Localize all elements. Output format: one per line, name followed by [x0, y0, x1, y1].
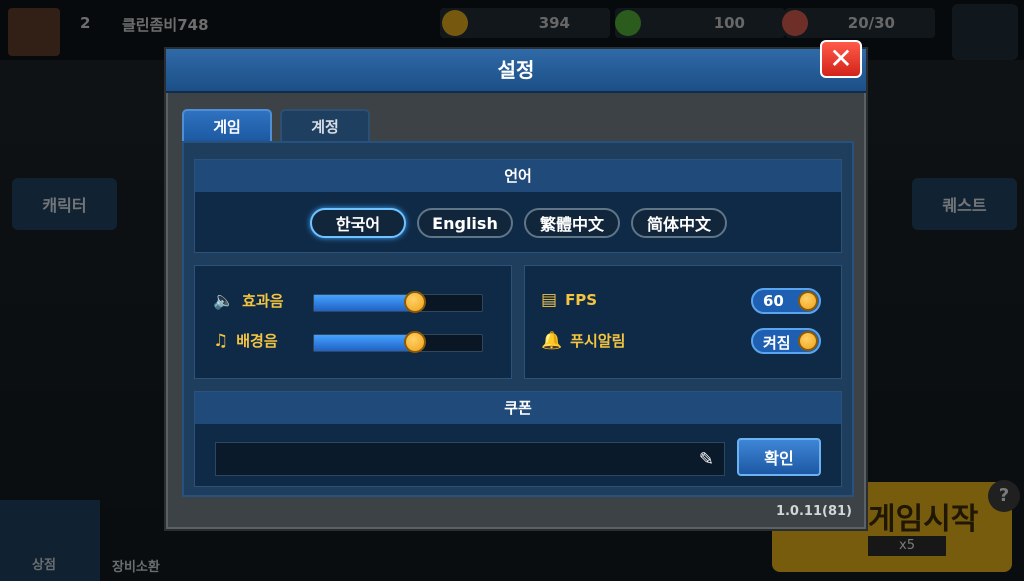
version-label: 1.0.11(81)	[775, 504, 852, 519]
sfx-slider-fill	[314, 295, 415, 311]
push-toggle-knob	[798, 331, 818, 351]
dialog-title: 설정	[497, 58, 535, 82]
bgm-label: 배경음	[236, 332, 278, 350]
tab-game-label: 게임	[213, 117, 241, 136]
settings-dialog: 설정 게임 계정 언어 한국어 English 繁體中文 简体中文 🔈 효과음 …	[164, 47, 868, 531]
language-traditional-chinese-label: 繁體中文	[539, 215, 604, 234]
pencil-icon: ✎	[698, 449, 714, 470]
tab-game[interactable]: 게임	[182, 109, 272, 141]
game-start-label: 게임시작	[868, 502, 979, 537]
coupon-confirm-button[interactable]: 확인	[737, 438, 821, 476]
tab-account-label: 계정	[311, 117, 339, 136]
tab-account[interactable]: 계정	[280, 109, 370, 141]
sfx-label: 효과음	[242, 292, 284, 310]
audio-panel: 🔈 효과음 ♫ 배경음	[194, 265, 512, 379]
player-name: 클린좀비748	[122, 16, 209, 34]
shop-label: 상점	[32, 558, 56, 573]
push-label: 푸시알림	[570, 332, 626, 350]
gem-value: 100	[713, 14, 745, 32]
language-korean-button[interactable]: 한국어	[310, 208, 406, 238]
push-value: 켜짐	[763, 334, 791, 352]
equip-summon-label: 장비소환	[112, 560, 160, 575]
game-start-count: x5	[868, 536, 946, 556]
quest-button: 퀘스트	[912, 178, 1017, 230]
language-simplified-chinese-button[interactable]: 简体中文	[631, 208, 727, 238]
gold-value: 394	[538, 14, 570, 32]
bgm-row-label: ♫ 배경음	[213, 330, 278, 351]
close-x-icon: ✕	[829, 42, 853, 75]
bgm-slider[interactable]	[313, 331, 483, 353]
character-button: 캐릭터	[12, 178, 117, 230]
coupon-heading: 쿠폰	[195, 392, 841, 424]
menu-grid-button	[952, 4, 1018, 60]
dialog-header: 설정	[166, 49, 866, 93]
energy-icon	[782, 10, 808, 36]
push-toggle[interactable]: 켜짐	[751, 328, 821, 354]
settings-content: 언어 한국어 English 繁體中文 简体中文 🔈 효과음 ♫ 배경음 ▤ F…	[182, 141, 854, 497]
bgm-slider-knob[interactable]	[403, 331, 426, 353]
gold-coin-icon	[442, 10, 468, 36]
coupon-panel: 쿠폰 ✎ 확인	[194, 391, 842, 487]
options-panel: ▤ FPS 60 🔔 푸시알림 켜짐	[524, 265, 842, 379]
music-note-icon: ♫	[213, 330, 229, 351]
language-english-button[interactable]: English	[417, 208, 513, 238]
gem-icon	[615, 10, 641, 36]
fps-icon: ▤	[541, 290, 558, 310]
energy-value: 20/30	[847, 14, 895, 32]
bell-icon: 🔔	[541, 330, 563, 351]
fps-label: FPS	[565, 291, 598, 309]
sfx-row-label: 🔈 효과음	[213, 290, 284, 311]
close-button[interactable]: ✕	[820, 40, 862, 78]
sfx-slider-knob[interactable]	[403, 291, 426, 313]
speaker-icon: 🔈	[213, 290, 235, 311]
coupon-input[interactable]: ✎	[215, 442, 725, 476]
language-panel: 언어 한국어 English 繁體中文 简体中文	[194, 159, 842, 253]
fps-toggle[interactable]: 60	[751, 288, 821, 314]
push-row-label: 🔔 푸시알림	[541, 330, 625, 351]
player-level: 2	[80, 14, 91, 32]
language-korean-label: 한국어	[335, 215, 381, 234]
language-simplified-chinese-label: 简体中文	[646, 215, 711, 234]
player-avatar	[8, 8, 60, 56]
help-button: ?	[988, 480, 1020, 512]
bgm-slider-fill	[314, 335, 415, 351]
sfx-slider[interactable]	[313, 291, 483, 313]
language-heading: 언어	[195, 160, 841, 192]
fps-value: 60	[763, 292, 784, 310]
coupon-confirm-label: 확인	[764, 449, 794, 468]
fps-toggle-knob	[798, 291, 818, 311]
language-english-label: English	[432, 213, 498, 233]
language-traditional-chinese-button[interactable]: 繁體中文	[524, 208, 620, 238]
fps-row-label: ▤ FPS	[541, 290, 597, 310]
